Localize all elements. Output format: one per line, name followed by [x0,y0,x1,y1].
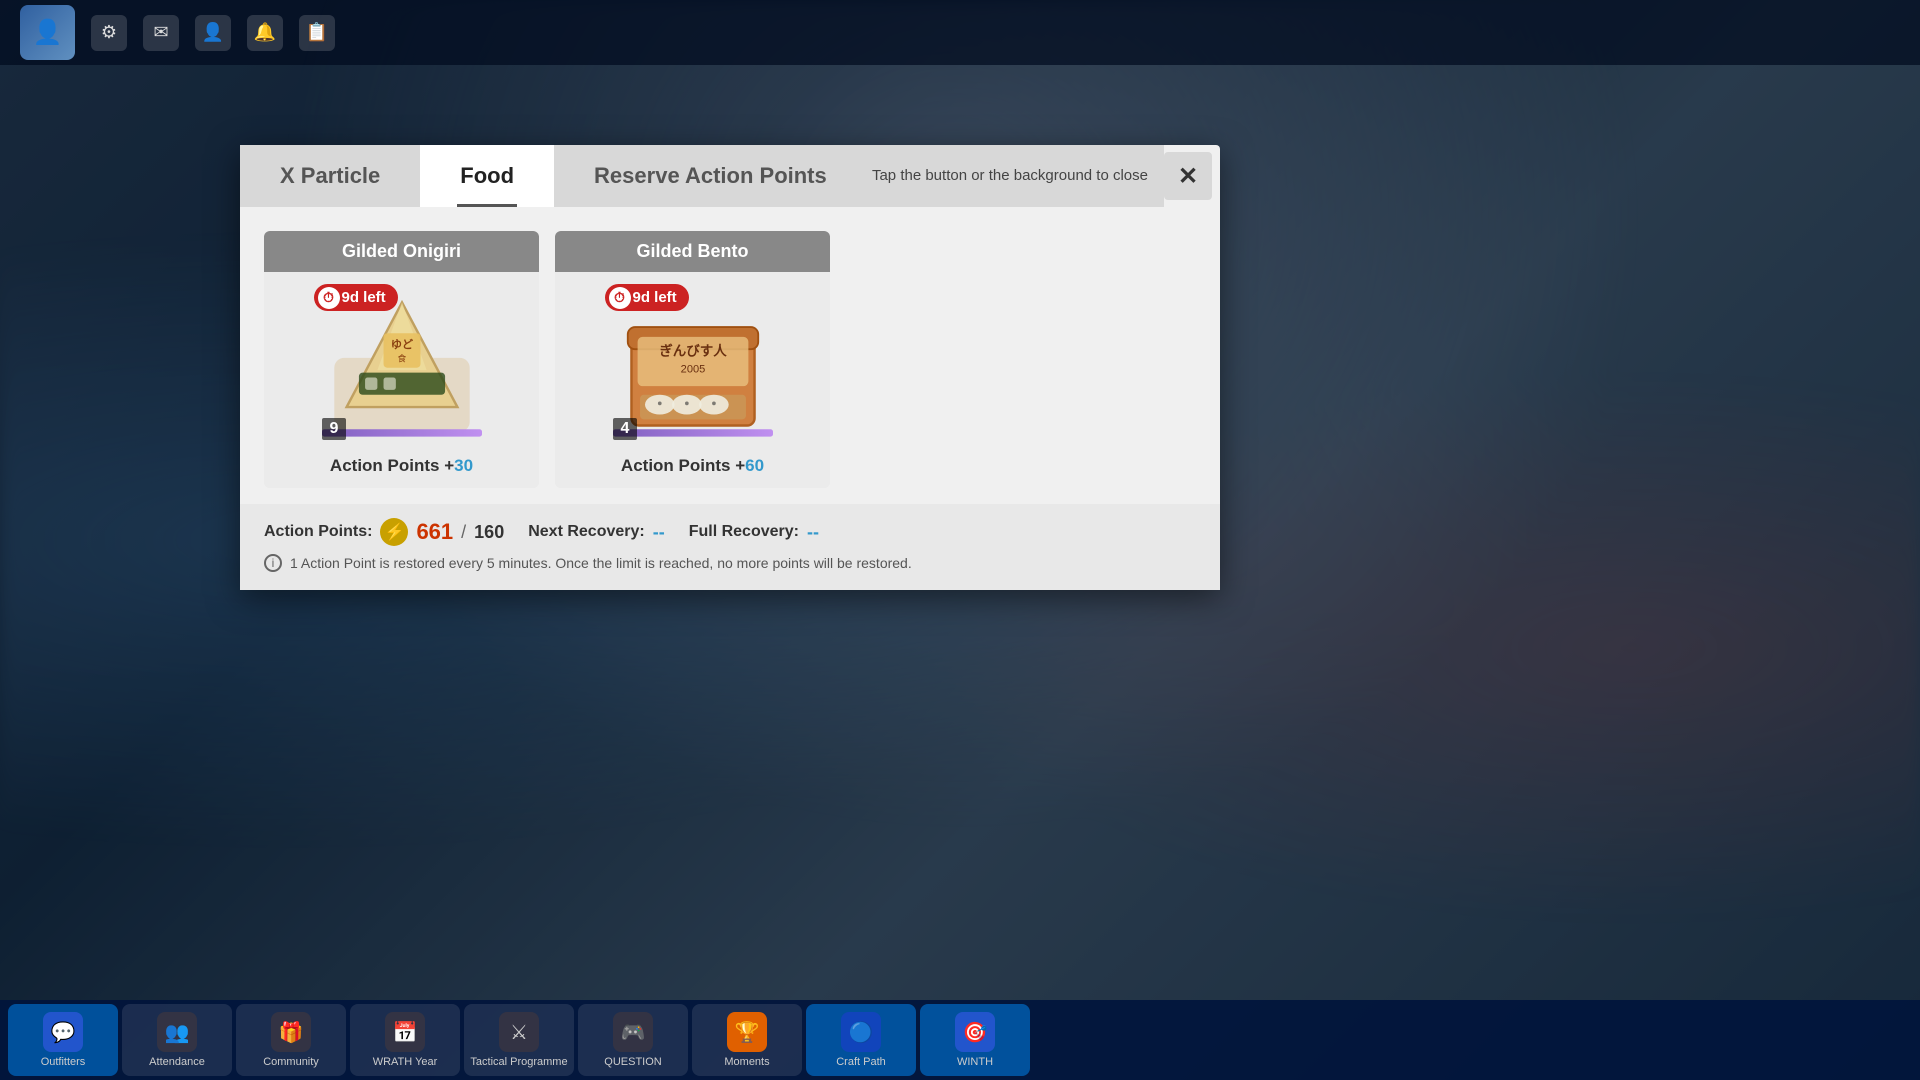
item-image-container-onigiri: 9d left [322,284,482,444]
modal-footer: Action Points: ⚡ 661 / 160 Next Recovery… [240,504,1220,590]
taskbar-icon-winth: 🎯 [955,1012,995,1052]
full-recovery-stat: Full Recovery: -- [689,522,819,543]
taskbar-item-tactical[interactable]: ⚔ Tactical Programme [464,1004,574,1076]
taskbar-label-winth: WINTH [957,1056,993,1068]
ap-divider: / [461,522,466,543]
tab-reserve-action-points[interactable]: Reserve Action Points [554,145,867,207]
item-card-gilded-bento[interactable]: Gilded Bento 9d left [555,231,830,488]
taskbar-item-question[interactable]: 🎮 QUESTION [578,1004,688,1076]
item-quantity-onigiri: 9 [322,418,347,440]
svg-text:2005: 2005 [680,364,705,376]
taskbar-item-attendance[interactable]: 👥 Attendance [122,1004,232,1076]
food-modal: X Particle Food Reserve Action Points Ta… [240,145,1220,590]
tab-bar: X Particle Food Reserve Action Points Ta… [240,145,1220,207]
modal-body: Gilded Onigiri 9d left [240,207,1220,488]
tab-x-particle[interactable]: X Particle [240,145,420,207]
taskbar-item-craft[interactable]: 🔵 Craft Path [806,1004,916,1076]
action-points-label-bento: Action Points +60 [621,456,764,476]
avatar[interactable]: 👤 [20,5,75,60]
next-recovery-value: -- [653,522,665,543]
items-grid: Gilded Onigiri 9d left [264,231,1196,488]
taskbar-icon-outfitters: 💬 [43,1012,83,1052]
max-ap-value: 160 [474,522,504,543]
item-quantity-bento: 4 [613,418,638,440]
notification-icon[interactable]: 🔔 [247,15,283,51]
full-recovery-value: -- [807,522,819,543]
taskbar-icon-moments: 🏆 [727,1012,767,1052]
clock-icon-bento [609,287,631,309]
taskbar-label-outfitters: Outfitters [41,1056,86,1068]
profile-icon[interactable]: 👤 [195,15,231,51]
taskbar-icon-wrath: 📅 [385,1012,425,1052]
time-badge-bento: 9d left [605,284,689,311]
taskbar-icon-craft: 🔵 [841,1012,881,1052]
taskbar-icon-community: 🎁 [271,1012,311,1052]
svg-text:ゆど: ゆど [390,338,413,351]
item-image-container-bento: 9d left ぎんびす人 2005 [613,284,773,444]
clock-icon-onigiri [318,287,340,309]
svg-text:食: 食 [397,353,406,364]
info-icon: i [264,554,282,572]
taskbar-label-community: Community [263,1056,319,1068]
mail-icon[interactable]: ✉ [143,15,179,51]
close-hint: Tap the button or the background to clos… [867,145,1164,207]
item-title-gilded-onigiri: Gilded Onigiri [264,231,539,272]
time-badge-onigiri: 9d left [314,284,398,311]
svg-text:ぎんびす人: ぎんびす人 [659,342,727,358]
topbar: 👤 ⚙ ✉ 👤 🔔 📋 [0,0,1920,65]
action-points-label-onigiri: Action Points +30 [330,456,473,476]
item-card-gilded-onigiri[interactable]: Gilded Onigiri 9d left [264,231,539,488]
taskbar-icon-attendance: 👥 [157,1012,197,1052]
ap-icon: ⚡ [380,518,408,546]
info-row: i 1 Action Point is restored every 5 min… [264,554,1196,580]
taskbar-label-craft: Craft Path [836,1056,886,1068]
item-title-gilded-bento: Gilded Bento [555,231,830,272]
current-ap-value: 661 [416,519,453,545]
taskbar-item-outfitters[interactable]: 💬 Outfitters [8,1004,118,1076]
full-recovery-label: Full Recovery: [689,523,799,541]
taskbar-label-moments: Moments [724,1056,769,1068]
taskbar-item-moments[interactable]: 🏆 Moments [692,1004,802,1076]
stats-row: Action Points: ⚡ 661 / 160 Next Recovery… [264,518,1196,546]
item-inner-gilded-bento: 9d left ぎんびす人 2005 [555,272,830,488]
taskbar-label-wrath: WRATH Year [373,1056,438,1068]
info-text: 1 Action Point is restored every 5 minut… [290,555,912,571]
taskbar-item-community[interactable]: 🎁 Community [236,1004,346,1076]
next-recovery-stat: Next Recovery: -- [528,522,665,543]
taskbar-item-winth[interactable]: 🎯 WINTH [920,1004,1030,1076]
tab-food[interactable]: Food [420,145,554,207]
action-points-stat-label: Action Points: [264,523,372,541]
taskbar-label-tactical: Tactical Programme [470,1056,567,1068]
taskbar-icon-question: 🎮 [613,1012,653,1052]
next-recovery-label: Next Recovery: [528,523,645,541]
menu-icon[interactable]: 📋 [299,15,335,51]
taskbar: 💬 Outfitters 👥 Attendance 🎁 Community 📅 … [0,1000,1920,1080]
taskbar-icon-tactical: ⚔ [499,1012,539,1052]
settings-icon[interactable]: ⚙ [91,15,127,51]
action-points-stat: Action Points: ⚡ 661 / 160 [264,518,504,546]
close-button[interactable]: ✕ [1164,152,1212,200]
taskbar-label-question: QUESTION [604,1056,661,1068]
taskbar-label-attendance: Attendance [149,1056,205,1068]
item-inner-gilded-onigiri: 9d left [264,272,539,488]
taskbar-item-wrath[interactable]: 📅 WRATH Year [350,1004,460,1076]
